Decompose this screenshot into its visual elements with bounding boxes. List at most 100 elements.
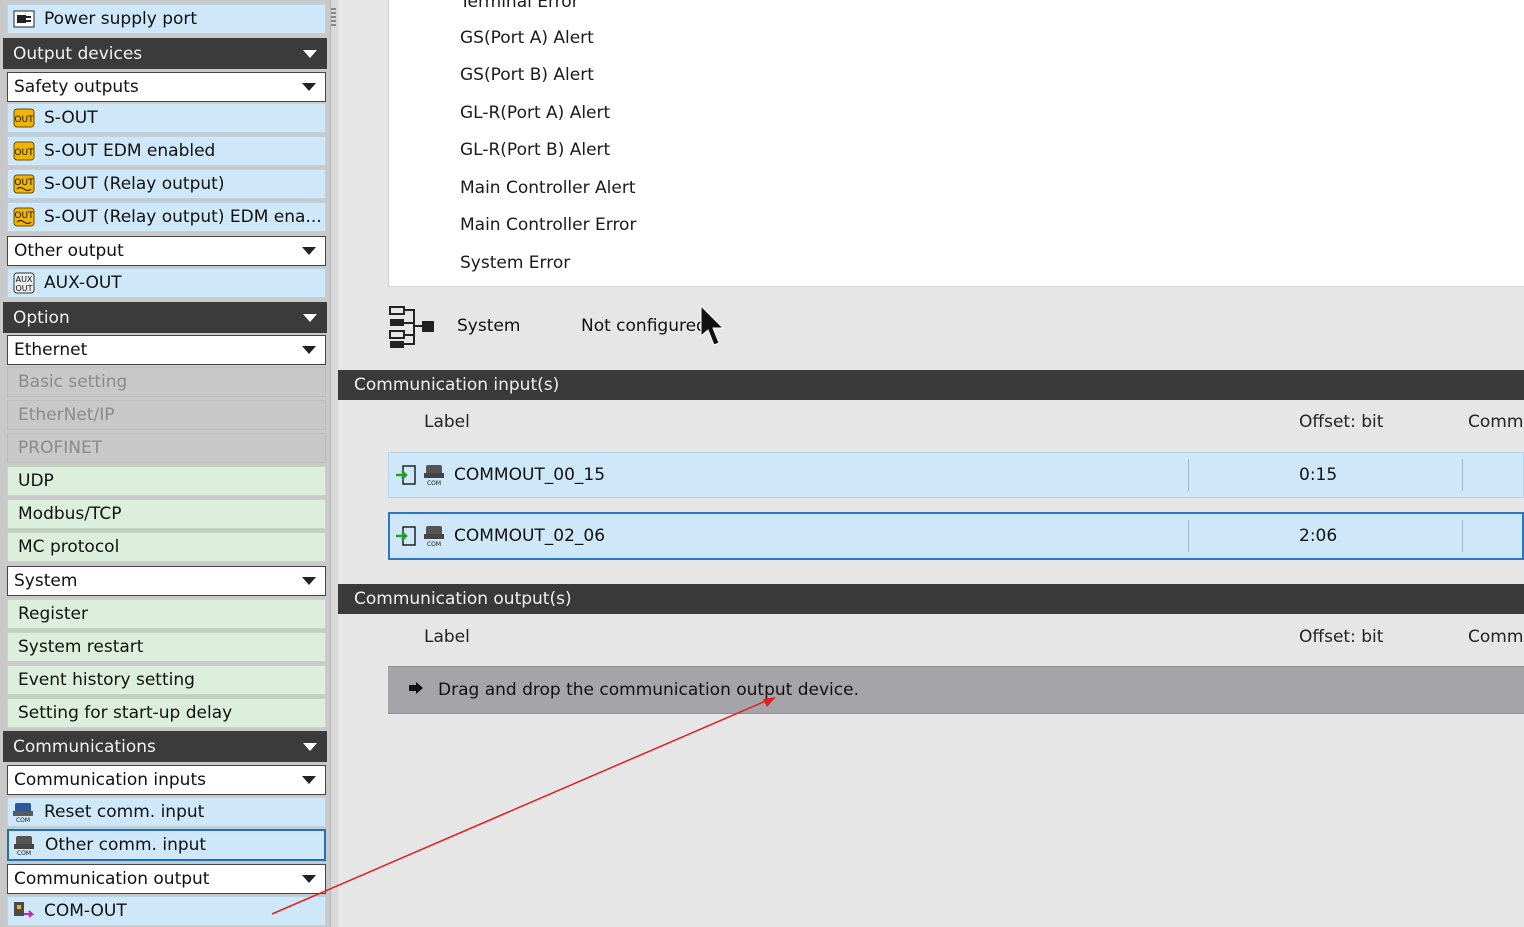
dropdown-label: System bbox=[14, 571, 78, 591]
alert-list: Terminal Error GS(Port A) Alert GS(Port … bbox=[388, 0, 1524, 287]
column-header-label[interactable]: Label bbox=[424, 627, 470, 647]
dropdown-system[interactable]: System bbox=[7, 566, 326, 596]
svg-text:OUT: OUT bbox=[14, 178, 34, 188]
comm-outputs-header: Communication output(s) bbox=[338, 584, 1524, 614]
row-offset: 0:15 bbox=[1299, 465, 1338, 485]
palette-item-label: Basic setting bbox=[18, 372, 128, 392]
palette-item-profinet: PROFINET bbox=[7, 433, 326, 463]
svg-text:COM: COM bbox=[427, 541, 441, 548]
dropdown-label: Safety outputs bbox=[14, 77, 139, 97]
palette-item-other-comm-input[interactable]: COM Other comm. input bbox=[7, 829, 326, 861]
palette-item-aux-out[interactable]: AUX OUT AUX-OUT bbox=[7, 268, 326, 298]
palette-item-com-out[interactable]: COM-OUT bbox=[7, 896, 326, 926]
comm-inputs-header: Communication input(s) bbox=[338, 370, 1524, 400]
category-communications[interactable]: Communications bbox=[3, 731, 327, 762]
dropdown-other-output[interactable]: Other output bbox=[7, 236, 326, 266]
svg-text:COM: COM bbox=[427, 480, 441, 487]
category-label: Output devices bbox=[13, 43, 143, 64]
table-row[interactable]: COM COMMOUT_02_06 2:06 bbox=[388, 512, 1524, 560]
splitter-grip-icon[interactable] bbox=[331, 8, 336, 28]
dropdown-arrow-icon bbox=[302, 875, 316, 883]
alert-item: Terminal Error bbox=[460, 0, 579, 12]
category-option[interactable]: Option bbox=[3, 302, 327, 333]
category-output-devices[interactable]: Output devices bbox=[3, 38, 327, 69]
dropdown-arrow-icon bbox=[302, 83, 316, 91]
dropdown-label: Communication output bbox=[14, 869, 210, 889]
palette-item-s-out-relay-edm[interactable]: OUT S-OUT (Relay output) EDM ena... bbox=[7, 202, 326, 232]
palette-item-label: UDP bbox=[18, 471, 54, 491]
alert-item: GL-R(Port B) Alert bbox=[460, 140, 611, 160]
category-label: Option bbox=[13, 307, 70, 328]
dropdown-label: Communication inputs bbox=[14, 770, 206, 790]
dropdown-arrow-icon bbox=[302, 776, 316, 784]
collapse-arrow-icon bbox=[303, 313, 317, 322]
dropdown-communication-output[interactable]: Communication output bbox=[7, 864, 326, 894]
drop-zone[interactable]: Drag and drop the communication output d… bbox=[388, 666, 1524, 714]
alert-item: GL-R(Port A) Alert bbox=[460, 103, 611, 123]
column-header-offset[interactable]: Offset: bit bbox=[1299, 627, 1383, 647]
output-badge-icon: OUT bbox=[12, 107, 36, 129]
palette-item-startup-delay[interactable]: Setting for start-up delay bbox=[7, 698, 326, 728]
dropdown-safety-outputs[interactable]: Safety outputs bbox=[7, 72, 326, 102]
palette-item-s-out-edm[interactable]: OUT S-OUT EDM enabled bbox=[7, 136, 326, 166]
com-device-icon: COM bbox=[423, 463, 447, 492]
alert-item: GS(Port B) Alert bbox=[460, 65, 594, 85]
input-arrow-icon bbox=[395, 526, 417, 551]
alert-item: GS(Port A) Alert bbox=[460, 28, 594, 48]
svg-text:OUT: OUT bbox=[14, 211, 34, 221]
system-network-icon bbox=[388, 305, 438, 354]
dropdown-label: Ethernet bbox=[14, 340, 88, 360]
palette-item-modbus-tcp[interactable]: Modbus/TCP bbox=[7, 499, 326, 529]
palette-item-label: EtherNet/IP bbox=[18, 405, 115, 425]
com-device-icon: COM bbox=[13, 834, 37, 856]
system-row[interactable]: System Not configured bbox=[388, 300, 988, 354]
section-title: Communication output(s) bbox=[354, 589, 572, 609]
svg-text:COM: COM bbox=[16, 817, 30, 823]
palette-item-label: Modbus/TCP bbox=[18, 504, 122, 524]
palette-item-system-restart[interactable]: System restart bbox=[7, 632, 326, 662]
svg-text:OUT: OUT bbox=[15, 284, 32, 293]
svg-text:OUT: OUT bbox=[14, 115, 34, 125]
drop-hint: Drag and drop the communication output d… bbox=[438, 680, 859, 700]
svg-text:COM: COM bbox=[17, 850, 31, 856]
dropdown-ethernet[interactable]: Ethernet bbox=[7, 335, 326, 365]
cell-divider bbox=[1462, 459, 1463, 491]
palette-item-udp[interactable]: UDP bbox=[7, 466, 326, 496]
palette-item-reset-comm-input[interactable]: COM Reset comm. input bbox=[7, 797, 326, 827]
table-row[interactable]: COM COMMOUT_00_15 0:15 bbox=[388, 452, 1524, 498]
dropdown-label: Other output bbox=[14, 241, 124, 261]
alert-item: System Error bbox=[460, 253, 571, 273]
aux-output-badge-icon: AUX OUT bbox=[12, 272, 36, 294]
palette-item-label: Reset comm. input bbox=[44, 802, 205, 822]
svg-text:AUX: AUX bbox=[16, 275, 33, 284]
dropdown-communication-inputs[interactable]: Communication inputs bbox=[7, 765, 326, 795]
palette-item-register[interactable]: Register bbox=[7, 599, 326, 629]
column-header-offset[interactable]: Offset: bit bbox=[1299, 412, 1383, 432]
column-header-comment[interactable]: Comme bbox=[1468, 412, 1524, 432]
column-header-comment[interactable]: Comme bbox=[1468, 627, 1524, 647]
column-header-label[interactable]: Label bbox=[424, 412, 470, 432]
palette-item-label: MC protocol bbox=[18, 537, 120, 557]
row-offset: 2:06 bbox=[1299, 526, 1338, 546]
palette-item-label: System restart bbox=[18, 637, 144, 657]
right-arrow-icon bbox=[408, 680, 424, 700]
dropdown-arrow-icon bbox=[302, 577, 316, 585]
palette-item-label: PROFINET bbox=[18, 438, 103, 458]
palette-item-mc-protocol[interactable]: MC protocol bbox=[7, 532, 326, 562]
row-label: COMMOUT_00_15 bbox=[454, 465, 606, 485]
dropdown-arrow-icon bbox=[302, 346, 316, 354]
palette-item-s-out-relay[interactable]: OUT S-OUT (Relay output) bbox=[7, 169, 326, 199]
system-status: Not configured bbox=[581, 316, 707, 336]
section-title: Communication input(s) bbox=[354, 375, 560, 395]
palette-item-s-out[interactable]: OUT S-OUT bbox=[7, 103, 326, 133]
com-device-icon: COM bbox=[12, 801, 36, 823]
system-label: System bbox=[457, 316, 521, 336]
palette-item-label: Power supply port bbox=[44, 9, 198, 29]
palette-item-label: S-OUT EDM enabled bbox=[44, 141, 216, 161]
alert-item: Main Controller Alert bbox=[460, 178, 636, 198]
power-plug-icon bbox=[12, 8, 36, 30]
relay-output-badge-icon: OUT bbox=[12, 173, 36, 195]
palette-item-power-supply-port[interactable]: Power supply port bbox=[7, 4, 326, 34]
palette-item-event-history[interactable]: Event history setting bbox=[7, 665, 326, 695]
palette-item-basic-setting: Basic setting bbox=[7, 367, 326, 397]
